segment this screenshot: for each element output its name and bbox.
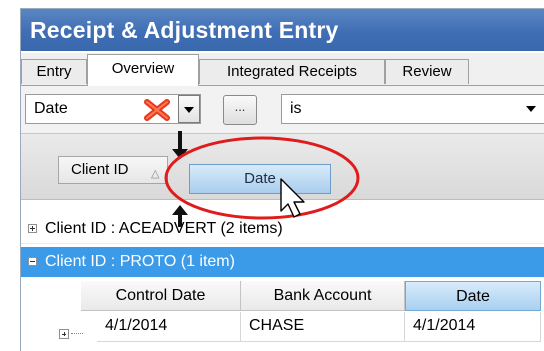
filter-field-value: Date [34,100,68,117]
tab-overview[interactable]: Overview [87,54,199,86]
chevron-down-icon[interactable] [178,95,200,123]
ellipsis-label: ... [234,99,246,114]
column-header-date[interactable]: Date [405,281,541,311]
expand-plus-icon[interactable] [28,224,37,233]
column-header-control-date[interactable]: Control Date [81,281,241,311]
cell-control-date[interactable]: 4/1/2014 [97,312,241,342]
ellipsis-button[interactable]: ... [223,95,257,125]
dragged-column-date[interactable]: Date [189,164,331,194]
collapse-minus-icon[interactable] [28,257,37,266]
filter-field-combo[interactable]: Date [25,94,201,124]
tab-review[interactable]: Review [385,59,469,84]
group-row-label: Client ID : ACEADVERT (2 items) [45,220,283,237]
group-chip-client-id[interactable]: Client ID △ [58,156,168,184]
dragged-column-label: Date [244,170,276,187]
group-chip-label: Client ID [71,161,129,178]
filter-operator-value: is [290,100,302,117]
window-title: Receipt & Adjustment Entry [21,9,544,51]
tree-connector [71,333,83,334]
chevron-down-icon[interactable] [521,95,543,123]
filter-operator-combo[interactable]: is [281,94,544,124]
filter-bar: Date ... is [21,86,544,134]
red-x-icon[interactable] [144,99,170,121]
cell-bank-account[interactable]: CHASE [241,312,405,342]
tab-strip: Entry Overview Integrated Receipts Revie… [21,53,544,86]
group-row-label: Client ID : PROTO (1 item) [45,253,235,270]
group-row-proto[interactable]: Client ID : PROTO (1 item) [21,247,544,277]
sort-ascending-icon: △ [151,168,160,180]
expand-plus-icon[interactable] [59,329,69,339]
column-header-bank-account[interactable]: Bank Account [241,281,405,311]
cell-date[interactable]: 4/1/2014 [405,312,541,342]
group-by-panel[interactable]: Client ID △ Date [21,134,544,200]
receipt-adjustment-window: Receipt & Adjustment Entry Entry Overvie… [20,8,544,351]
tab-entry[interactable]: Entry [21,59,87,84]
tab-integrated-receipts[interactable]: Integrated Receipts [199,59,385,84]
group-row-aceadvert[interactable]: Client ID : ACEADVERT (2 items) [21,214,544,244]
